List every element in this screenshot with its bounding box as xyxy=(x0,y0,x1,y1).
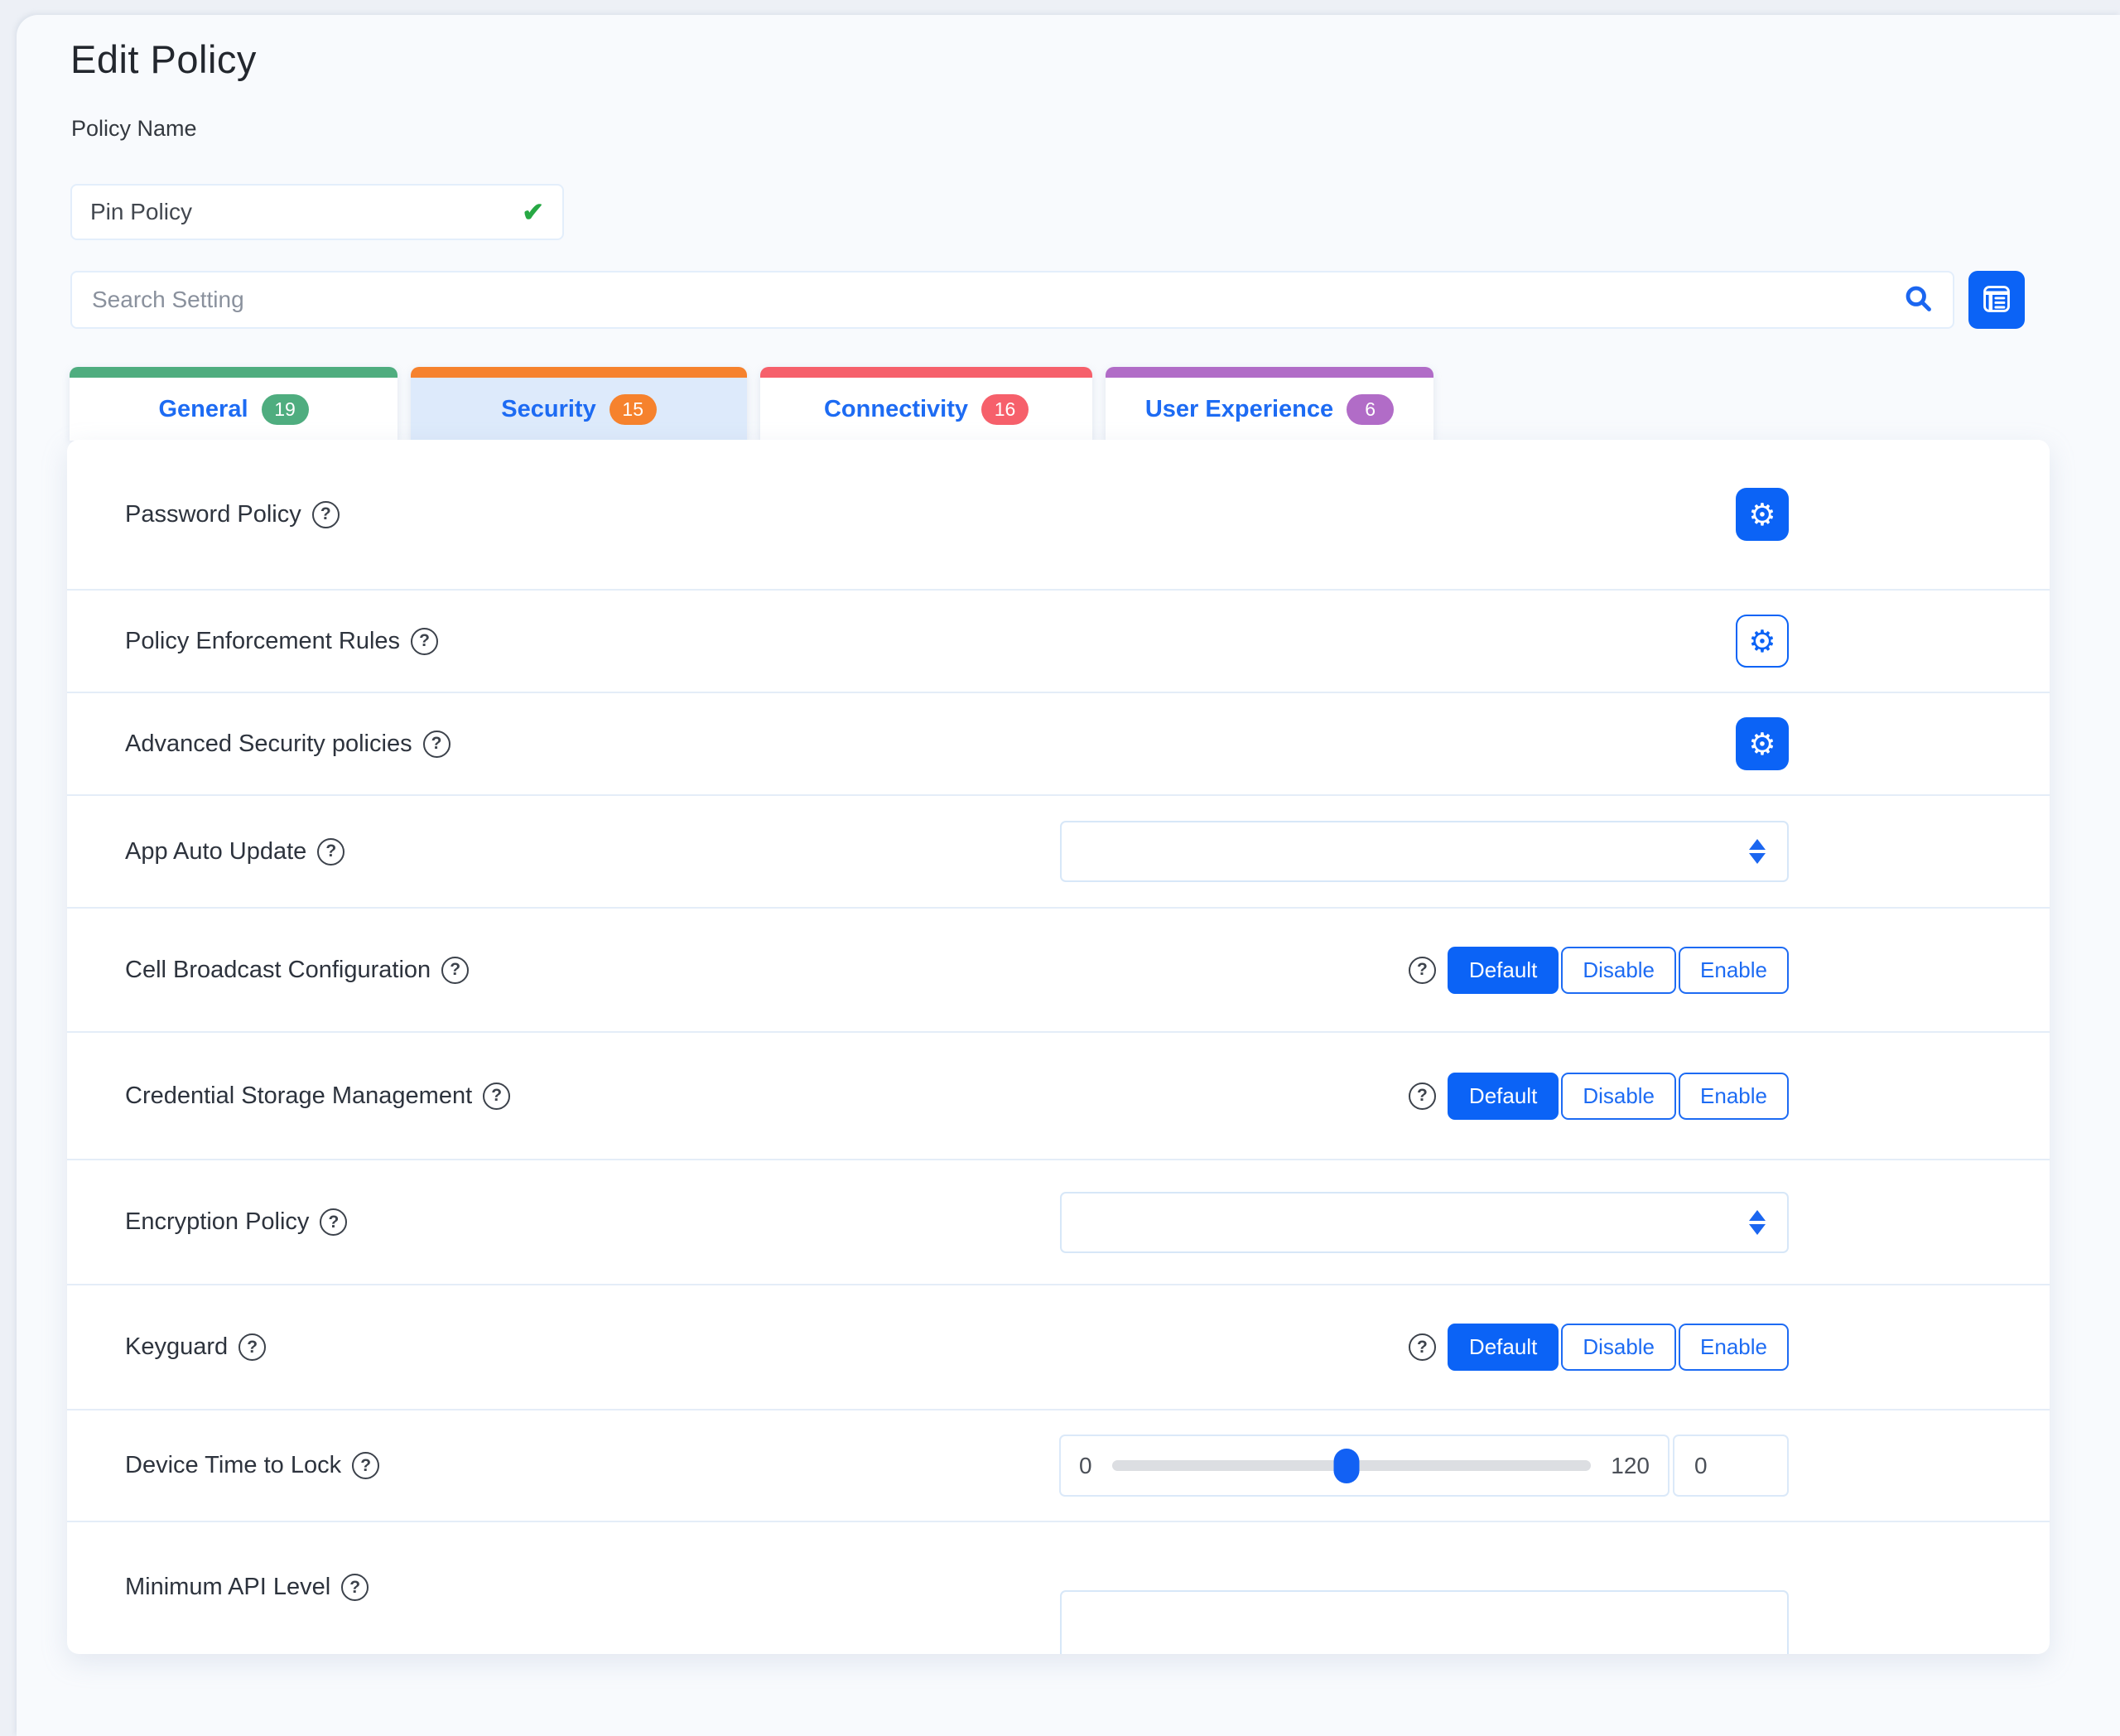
setting-row-encryption-policy: Encryption Policy ? xyxy=(67,1160,2050,1285)
help-icon[interactable]: ? xyxy=(423,731,450,758)
gear-icon: ⚙ xyxy=(1748,626,1776,657)
setting-label: Password Policy xyxy=(125,501,301,528)
configure-gear-button[interactable]: ⚙ xyxy=(1736,717,1789,770)
disable-button[interactable]: Disable xyxy=(1561,1073,1676,1120)
enable-button[interactable]: Enable xyxy=(1679,1324,1789,1371)
search-icon[interactable] xyxy=(1903,283,1933,317)
summary-panel-button[interactable] xyxy=(1968,271,2025,329)
search-input[interactable] xyxy=(92,287,1903,313)
slider-thumb[interactable] xyxy=(1334,1449,1360,1483)
tab-count-badge: 16 xyxy=(981,394,1029,425)
setting-label: Encryption Policy xyxy=(125,1208,309,1236)
settings-panel: Password Policy ? ⚙ Policy Enforcement R… xyxy=(67,440,2050,1654)
setting-row-device-time-to-lock: Device Time to Lock ? 0 120 xyxy=(67,1410,2050,1522)
tab-color-bar xyxy=(70,367,398,378)
tab-user-experience[interactable]: User Experience 6 xyxy=(1106,367,1433,441)
select-caret-icon xyxy=(1749,839,1766,864)
setting-row-keyguard: Keyguard ? ? Default Disable Enable xyxy=(67,1285,2050,1410)
time-to-lock-value-input[interactable] xyxy=(1673,1435,1789,1497)
configure-gear-button[interactable]: ⚙ xyxy=(1736,615,1789,668)
tab-color-bar xyxy=(411,367,747,378)
time-to-lock-slider-box: 0 120 xyxy=(1059,1435,1670,1497)
cell-broadcast-toggle-group: Default Disable Enable xyxy=(1448,947,1789,994)
help-icon[interactable]: ? xyxy=(317,838,344,866)
default-button[interactable]: Default xyxy=(1448,1324,1559,1371)
setting-label: Cell Broadcast Configuration xyxy=(125,957,431,984)
keyguard-toggle-group: Default Disable Enable xyxy=(1448,1324,1789,1371)
slider-min-label: 0 xyxy=(1079,1453,1092,1479)
policy-name-label: Policy Name xyxy=(71,116,197,142)
search-field xyxy=(70,271,1954,329)
app-auto-update-select[interactable] xyxy=(1060,821,1789,882)
setting-label: Minimum API Level xyxy=(125,1574,330,1601)
help-icon[interactable]: ? xyxy=(312,501,340,528)
setting-row-advanced-security-policies: Advanced Security policies ? ⚙ xyxy=(67,693,2050,796)
tab-count-badge: 6 xyxy=(1347,394,1394,425)
policy-name-input[interactable] xyxy=(90,199,522,225)
help-icon[interactable]: ? xyxy=(483,1083,510,1110)
tab-count-badge: 15 xyxy=(610,394,657,425)
help-icon[interactable]: ? xyxy=(441,957,469,984)
help-icon[interactable]: ? xyxy=(238,1333,266,1361)
configure-gear-button[interactable]: ⚙ xyxy=(1736,488,1789,541)
select-caret-icon xyxy=(1749,1210,1766,1235)
setting-row-password-policy: Password Policy ? ⚙ xyxy=(67,440,2050,591)
default-button[interactable]: Default xyxy=(1448,1073,1559,1120)
policy-name-field: ✔ xyxy=(70,184,564,240)
credential-storage-toggle-group: Default Disable Enable xyxy=(1448,1073,1789,1120)
tab-label: Connectivity xyxy=(824,396,968,423)
help-icon[interactable]: ? xyxy=(341,1574,369,1601)
tab-general[interactable]: General 19 xyxy=(70,367,398,441)
tab-bar: General 19 Security 15 Connectivity 16 U… xyxy=(70,367,1433,441)
setting-label: Device Time to Lock xyxy=(125,1452,341,1479)
tab-label: User Experience xyxy=(1145,396,1333,423)
help-icon[interactable]: ? xyxy=(352,1452,379,1479)
setting-label: App Auto Update xyxy=(125,838,306,866)
setting-label: Credential Storage Management xyxy=(125,1083,472,1110)
tab-connectivity[interactable]: Connectivity 16 xyxy=(760,367,1092,441)
tab-security[interactable]: Security 15 xyxy=(411,367,747,441)
setting-row-policy-enforcement-rules: Policy Enforcement Rules ? ⚙ xyxy=(67,591,2050,693)
help-icon[interactable]: ? xyxy=(1409,957,1436,984)
setting-row-cell-broadcast-configuration: Cell Broadcast Configuration ? ? Default… xyxy=(67,909,2050,1033)
enable-button[interactable]: Enable xyxy=(1679,947,1789,994)
gear-icon: ⚙ xyxy=(1748,729,1776,760)
help-icon[interactable]: ? xyxy=(1409,1083,1436,1110)
page-title: Edit Policy xyxy=(70,36,257,82)
minimum-api-level-input[interactable] xyxy=(1060,1590,1789,1654)
page-background: Edit Policy Policy Name ✔ xyxy=(17,15,2120,1736)
enable-button[interactable]: Enable xyxy=(1679,1073,1789,1120)
tab-label: Security xyxy=(501,396,595,423)
tab-count-badge: 19 xyxy=(262,394,309,425)
tab-color-bar xyxy=(760,367,1092,378)
help-icon[interactable]: ? xyxy=(320,1208,347,1236)
gear-icon: ⚙ xyxy=(1748,499,1776,530)
setting-label: Advanced Security policies xyxy=(125,731,412,758)
tab-color-bar xyxy=(1106,367,1433,378)
encryption-policy-select[interactable] xyxy=(1060,1192,1789,1253)
help-icon[interactable]: ? xyxy=(411,628,438,655)
setting-row-credential-storage-management: Credential Storage Management ? ? Defaul… xyxy=(67,1033,2050,1160)
disable-button[interactable]: Disable xyxy=(1561,1324,1676,1371)
help-icon[interactable]: ? xyxy=(1409,1333,1436,1361)
setting-label: Policy Enforcement Rules xyxy=(125,628,400,655)
valid-check-icon: ✔ xyxy=(522,196,544,228)
default-button[interactable]: Default xyxy=(1448,947,1559,994)
setting-row-minimum-api-level: Minimum API Level ? xyxy=(67,1522,2050,1654)
setting-label: Keyguard xyxy=(125,1333,228,1361)
document-list-icon xyxy=(1980,282,2013,318)
slider-max-label: 120 xyxy=(1611,1453,1650,1479)
disable-button[interactable]: Disable xyxy=(1561,947,1676,994)
setting-row-app-auto-update: App Auto Update ? xyxy=(67,796,2050,909)
time-to-lock-slider[interactable] xyxy=(1112,1460,1592,1471)
tab-label: General xyxy=(159,396,248,423)
